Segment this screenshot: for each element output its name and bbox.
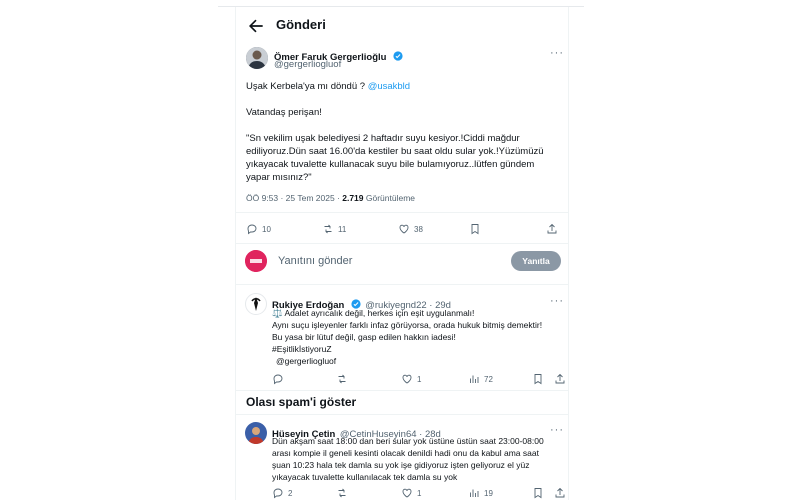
tweet-actions: 10 11 38 — [236, 221, 568, 237]
reply-text-line: Dün akşam saat 18:00 dan beri sular yok … — [272, 436, 544, 446]
reply-input[interactable]: Yanıtını gönder — [278, 255, 352, 267]
verified-badge-icon — [393, 51, 403, 61]
bookmark-icon — [534, 488, 542, 499]
reply-text-line: şuan 10:23 hala tek damla su yok işe gid… — [272, 460, 530, 470]
author-avatar[interactable] — [246, 47, 268, 69]
reply-text-line: yıkayacak tuvalette kullanılacak tek dam… — [272, 472, 458, 482]
reply-icon — [273, 488, 283, 499]
reply-text-line: Aynı suçu işleyenler farklı infaz görüyo… — [272, 320, 543, 330]
reply-icon — [247, 224, 257, 235]
retweet-icon — [324, 224, 332, 234]
retweet-action[interactable]: 11 — [322, 221, 346, 237]
tweet-line2: Vatandaş perişan! — [246, 107, 322, 118]
views-bar-chart-icon — [470, 375, 479, 383]
tweet-time[interactable]: ÖÖ 9:53 · 25 Tem 2025 · — [246, 193, 342, 203]
retweet-action[interactable] — [336, 485, 352, 500]
show-spam-link[interactable]: Olası spam'i göster — [246, 395, 356, 409]
page-title: Gönderi — [276, 17, 326, 32]
reply-avatar[interactable] — [245, 422, 267, 444]
share-icon — [555, 487, 565, 498]
divider — [236, 284, 568, 285]
views-action[interactable]: 72 — [468, 371, 493, 387]
heart-icon — [402, 374, 412, 384]
header: Gönderi — [236, 7, 568, 45]
views-bar-chart-icon — [470, 489, 479, 497]
share-action[interactable] — [554, 371, 568, 387]
divider — [236, 243, 568, 244]
mention-link[interactable]: @gergerliogluof — [276, 356, 336, 368]
reply-actions: 1 72 — [236, 371, 568, 387]
hashtag-link[interactable]: #EşitlikİstiyoruZ — [272, 344, 332, 356]
back-arrow-icon[interactable] — [246, 16, 266, 36]
bookmark-action[interactable] — [532, 485, 548, 500]
bookmark-action[interactable] — [469, 221, 485, 237]
reply-text-line: arası kompie il geneli kesinti olacak de… — [272, 448, 539, 458]
reply-submit-button[interactable]: Yanıtla — [511, 251, 561, 271]
reply-icon — [273, 374, 283, 385]
reply-action[interactable]: 2 — [272, 485, 292, 500]
top-strip — [218, 0, 584, 7]
divider — [236, 212, 568, 213]
bookmark-icon — [534, 374, 542, 385]
reply-avatar[interactable] — [245, 293, 267, 315]
share-icon — [547, 223, 557, 234]
bookmark-action[interactable] — [532, 371, 548, 387]
tweet-quote-line: yapar mısınız?" — [246, 172, 312, 183]
divider — [236, 390, 568, 391]
retweet-icon — [338, 374, 346, 384]
share-icon — [555, 373, 565, 384]
more-options-icon[interactable]: ··· — [550, 47, 564, 59]
reply-action[interactable] — [272, 371, 288, 387]
reply-text-line: Bu yasa bir lütuf değil, gasp edilen hak… — [272, 332, 456, 342]
views-action[interactable]: 19 — [468, 485, 493, 500]
tweet-line1: Uşak Kerbela'ya mı döndü ? @usakbld — [246, 81, 411, 92]
share-action[interactable] — [554, 485, 568, 500]
views-label: Görüntüleme — [363, 193, 416, 203]
reply-actions: 2 1 19 — [236, 485, 568, 500]
heart-icon — [399, 224, 409, 234]
tweet-meta: ÖÖ 9:53 · 25 Tem 2025 · 2.719 Görüntülem… — [246, 193, 415, 203]
heart-icon — [402, 488, 412, 498]
like-action[interactable]: 1 — [401, 371, 421, 387]
user-avatar — [245, 250, 267, 272]
post-column: Gönderi Ömer Faruk Gergerlioğlu @gergerl… — [235, 7, 569, 500]
mention-usakbld[interactable]: @usakbld — [368, 81, 410, 92]
like-action[interactable]: 1 — [401, 485, 421, 500]
retweet-icon — [338, 488, 346, 498]
like-action[interactable]: 38 — [398, 221, 423, 237]
author-handle[interactable]: @gergerliogluof — [274, 59, 341, 70]
share-action[interactable] — [546, 221, 562, 237]
divider — [236, 414, 568, 415]
reply-action[interactable]: 10 — [246, 221, 271, 237]
tweet-quote-line: ediliyoruz.Dün saat 16.00'da kestiler bu… — [246, 146, 544, 157]
retweet-action[interactable] — [336, 371, 352, 387]
tweet-quote-line: "Sn vekilim uşak belediyesi 2 haftadır s… — [246, 133, 520, 144]
reply-text-line: ⚖️ Adalet ayrıcalık değil, herkes için e… — [272, 308, 475, 318]
views-count: 2.719 — [342, 193, 364, 203]
more-options-icon[interactable]: ··· — [550, 424, 564, 436]
more-options-icon[interactable]: ··· — [550, 295, 564, 307]
bookmark-icon — [471, 224, 479, 235]
tweet-quote-line: yıkayacak tuvalette kullanacak suyu bile… — [246, 159, 535, 170]
